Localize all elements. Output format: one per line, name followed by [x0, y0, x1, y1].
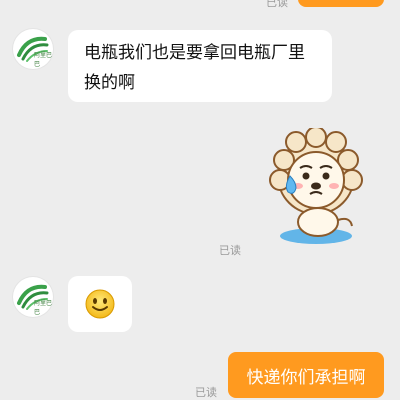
contact-avatar[interactable]: 阿里巴巴 [13, 277, 53, 317]
outgoing-message-bubble[interactable]: 快递你们承担啊 [228, 352, 384, 398]
incoming-message-text: 电瓶我们也是要拿回电瓶厂里换的啊 [84, 43, 305, 93]
outgoing-bubble-partial[interactable] [298, 0, 384, 7]
avatar-text: 阿里巴巴 [34, 52, 53, 68]
lion-sticker-icon [269, 126, 363, 244]
read-receipt-sticker: 已读 [219, 244, 241, 257]
incoming-emoji-bubble[interactable] [68, 276, 132, 332]
smiley-face-icon [85, 289, 115, 319]
contact-avatar[interactable]: 阿里巴巴 [13, 29, 53, 69]
read-receipt-outgoing: 已读 [195, 386, 217, 399]
outgoing-message-text: 快递你们承担啊 [246, 367, 366, 388]
read-receipt-top: 已读 [266, 0, 288, 9]
crying-lion-sticker[interactable] [268, 126, 364, 248]
incoming-message-bubble[interactable]: 电瓶我们也是要拿回电瓶厂里换的啊 [68, 30, 332, 102]
avatar-text: 阿里巴巴 [34, 300, 53, 316]
